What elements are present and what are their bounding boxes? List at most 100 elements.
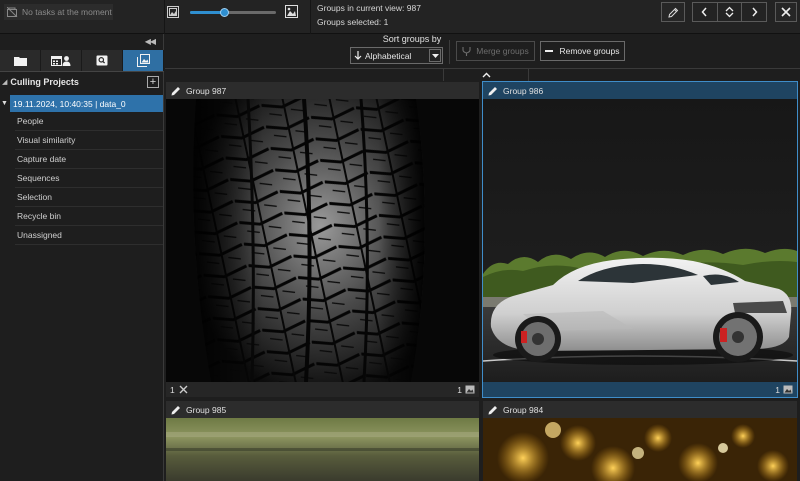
scroll-up-button[interactable] xyxy=(443,68,529,81)
calendar-people-icon xyxy=(51,56,71,66)
image-count: 1 xyxy=(775,384,780,395)
remove-label: Remove groups xyxy=(559,46,620,56)
rejected-count: 1 xyxy=(170,384,175,395)
top-bar: No tasks at the moment Groups in current… xyxy=(0,0,800,34)
close-icon xyxy=(781,7,791,17)
chevron-right-icon xyxy=(752,7,758,17)
minus-icon xyxy=(545,50,554,52)
group-header[interactable]: Group 986 xyxy=(483,82,797,99)
sort-value: Alphabetical xyxy=(365,50,412,61)
edit-button[interactable] xyxy=(661,2,685,22)
group-title: Group 984 xyxy=(503,404,544,415)
caret-down-icon xyxy=(431,53,439,58)
collapse-sidebar-icon[interactable]: ◀◀ xyxy=(145,37,156,46)
projects-header[interactable]: ◢ Culling Projects xyxy=(0,75,164,89)
image-count: 1 xyxy=(457,384,462,395)
photos-icon xyxy=(136,54,150,67)
sidebar: ◀◀ ◢ Culling Projects + ▼ 19.11.2024, 10… xyxy=(0,34,164,481)
search-icon xyxy=(96,55,108,66)
tab-groups[interactable] xyxy=(123,50,164,71)
next-button[interactable] xyxy=(742,3,766,21)
pencil-icon xyxy=(667,7,678,18)
up-down-buttons[interactable] xyxy=(718,3,743,21)
sidebar-item-sequences[interactable]: Sequences xyxy=(15,169,163,188)
sidebar-item-label: People xyxy=(17,116,44,126)
image-icon xyxy=(465,385,475,394)
sidebar-item-label: Sequences xyxy=(17,173,60,183)
add-project-button[interactable]: + xyxy=(147,76,159,88)
thumbnail-small-icon[interactable] xyxy=(167,6,179,18)
groups-in-view: Groups in current view: 987 xyxy=(317,3,421,13)
sidebar-item-label: Recycle bin xyxy=(17,211,61,221)
pencil-icon[interactable] xyxy=(488,405,498,415)
group-footer: 1 1 xyxy=(166,382,479,397)
group-header[interactable]: Group 987 xyxy=(166,82,479,99)
remove-groups-button[interactable]: Remove groups xyxy=(540,41,625,61)
reject-icon[interactable] xyxy=(179,385,188,394)
merge-groups-button[interactable]: Merge groups xyxy=(456,41,535,61)
sidebar-item-recycle-bin[interactable]: Recycle bin xyxy=(15,207,163,226)
sort-select[interactable]: Alphabetical xyxy=(350,47,443,64)
sidebar-item-label: Selection xyxy=(17,192,52,202)
sidebar-item-label: Capture date xyxy=(17,154,67,164)
group-footer: 1 xyxy=(483,382,797,397)
session-expand-icon[interactable]: ▼ xyxy=(1,100,8,107)
group-header[interactable]: Group 985 xyxy=(166,401,479,418)
group-photo[interactable] xyxy=(483,418,797,481)
session-item[interactable]: 19.11.2024, 10:40:35 | data_0 xyxy=(10,95,163,112)
close-button[interactable] xyxy=(775,2,797,22)
sidebar-item-capture-date[interactable]: Capture date xyxy=(15,150,163,169)
tab-folders[interactable] xyxy=(0,50,41,71)
image-icon xyxy=(783,385,793,394)
previous-button[interactable] xyxy=(693,3,718,21)
tasks-icon xyxy=(7,7,18,17)
group-photo[interactable] xyxy=(483,99,797,382)
sidebar-item-selection[interactable]: Selection xyxy=(15,188,163,207)
chevron-down-icon[interactable] xyxy=(725,12,734,18)
group-card[interactable]: Group 987 1 1 xyxy=(166,82,479,397)
group-title: Group 985 xyxy=(186,404,227,415)
dropdown-toggle[interactable] xyxy=(429,49,441,62)
tasks-text: No tasks at the moment xyxy=(22,7,112,17)
pencil-icon[interactable] xyxy=(488,86,498,96)
projects-title: Culling Projects xyxy=(10,77,79,87)
group-stats: Groups in current view: 987 Groups selec… xyxy=(317,1,421,29)
session-label: 19.11.2024, 10:40:35 | data_0 xyxy=(13,98,126,109)
thumbnail-size-slider[interactable] xyxy=(190,8,276,17)
group-card[interactable]: Group 984 xyxy=(483,401,797,481)
task-status: No tasks at the moment xyxy=(4,4,113,20)
pencil-icon[interactable] xyxy=(171,405,181,415)
sidebar-item-people[interactable]: People xyxy=(15,112,163,131)
thumbnail-large-icon[interactable] xyxy=(285,5,298,18)
tab-search[interactable] xyxy=(82,50,123,71)
sidebar-item-unassigned[interactable]: Unassigned xyxy=(15,226,163,245)
divider xyxy=(164,0,165,34)
merge-icon xyxy=(462,46,471,56)
divider xyxy=(449,40,450,64)
group-title: Group 986 xyxy=(503,85,544,96)
sidebar-item-visual-similarity[interactable]: Visual similarity xyxy=(15,131,163,150)
sidebar-tabs xyxy=(0,50,164,72)
divider xyxy=(310,0,311,34)
group-type-list: People Visual similarity Capture date Se… xyxy=(15,112,163,245)
group-photo[interactable] xyxy=(166,99,479,382)
arrow-down-icon xyxy=(354,51,362,60)
slider-fill xyxy=(190,11,224,14)
groups-selected: Groups selected: 1 xyxy=(317,17,389,27)
group-photo[interactable] xyxy=(166,418,479,481)
pencil-icon[interactable] xyxy=(171,86,181,96)
group-card-selected[interactable]: Group 986 1 xyxy=(482,81,798,398)
sort-label: Sort groups by xyxy=(382,34,442,44)
chevron-up-icon xyxy=(482,72,490,77)
merge-label: Merge groups xyxy=(476,46,529,56)
navigation-buttons xyxy=(692,2,767,22)
tab-people-dates[interactable] xyxy=(41,50,82,71)
folder-icon xyxy=(13,56,27,66)
group-header[interactable]: Group 984 xyxy=(483,401,797,418)
expand-arrow-icon[interactable]: ◢ xyxy=(2,78,7,86)
sidebar-item-label: Visual similarity xyxy=(17,135,76,145)
group-card[interactable]: Group 985 xyxy=(166,401,479,481)
slider-handle[interactable] xyxy=(220,8,229,17)
chevron-left-icon xyxy=(701,7,707,17)
group-title: Group 987 xyxy=(186,85,227,96)
